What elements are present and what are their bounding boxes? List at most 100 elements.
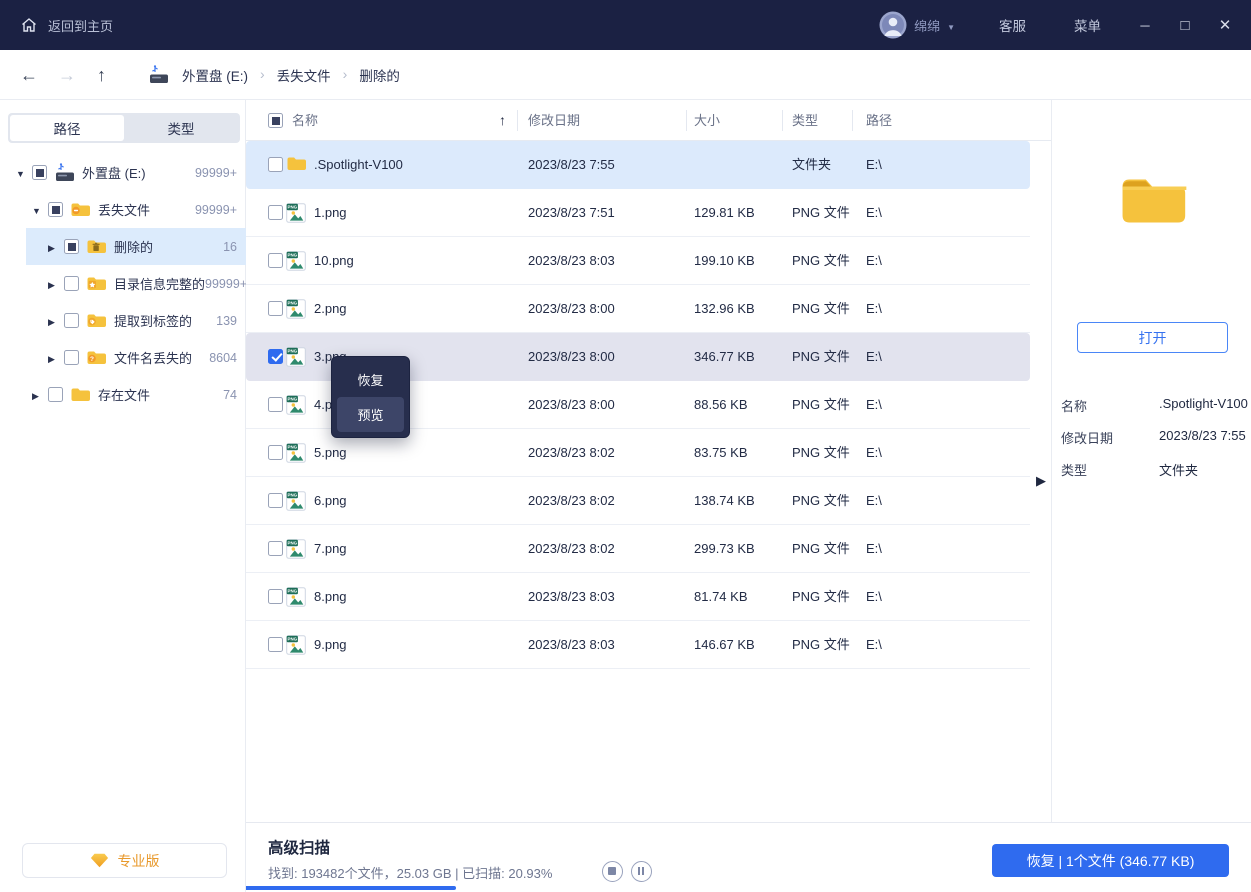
expand-arrow-icon[interactable] (32, 386, 48, 404)
sidebar-tree-item[interactable]: 提取到标签的 139 (0, 302, 246, 339)
tree-item-checkbox[interactable] (48, 202, 63, 217)
tree-item-label: 提取到标签的 (114, 311, 192, 330)
row-checkbox[interactable] (268, 349, 283, 364)
row-checkbox[interactable] (268, 637, 283, 652)
row-checkbox[interactable] (268, 445, 283, 460)
row-checkbox[interactable] (268, 253, 283, 268)
sidebar-tree-item[interactable]: 删除的 16 (0, 228, 246, 265)
up-button[interactable] (97, 50, 106, 100)
row-checkbox[interactable] (268, 493, 283, 508)
cell-size: 199.10 KB (694, 237, 755, 285)
pro-version-button[interactable]: 专业版 (22, 843, 227, 878)
row-checkbox[interactable] (268, 541, 283, 556)
expand-arrow-icon[interactable] (16, 164, 32, 182)
table-row[interactable]: PNG 7.png 2023/8/23 8:02 299.73 KB PNG 文… (246, 525, 1030, 573)
column-header-size[interactable]: 大小 (694, 100, 720, 141)
expand-arrow-icon[interactable] (48, 275, 64, 293)
row-checkbox[interactable] (268, 589, 283, 604)
avatar (879, 11, 907, 39)
cell-type: PNG 文件 (792, 429, 850, 477)
forward-button[interactable] (58, 50, 76, 100)
column-header-path[interactable]: 路径 (866, 100, 892, 141)
column-header-type[interactable]: 类型 (792, 100, 818, 141)
svg-text:PNG: PNG (288, 541, 298, 546)
svg-text:?: ? (90, 356, 94, 363)
cell-type: PNG 文件 (792, 333, 850, 381)
cell-type: PNG 文件 (792, 573, 850, 621)
tree-item-checkbox[interactable] (48, 387, 63, 402)
context-menu-item[interactable]: 恢复 (337, 362, 404, 397)
cell-name: 7.png (314, 525, 347, 573)
context-menu-item[interactable]: 预览 (337, 397, 404, 432)
sidebar-tab[interactable]: 类型 (124, 115, 238, 141)
table-row[interactable]: PNG 1.png 2023/8/23 7:51 129.81 KB PNG 文… (246, 189, 1030, 237)
cell-size: 299.73 KB (694, 525, 755, 573)
scan-progress-track (246, 886, 1251, 890)
user-name: 绵绵 (914, 16, 940, 35)
close-button[interactable] (1205, 16, 1245, 34)
cell-date: 2023/8/23 8:03 (528, 621, 615, 669)
maximize-button[interactable] (1165, 17, 1205, 34)
file-type-icon: PNG (286, 395, 306, 415)
breadcrumb-item-lost-files[interactable]: 丢失文件 (277, 65, 331, 85)
column-header-name[interactable]: 名称 (292, 100, 318, 141)
table-row[interactable]: .Spotlight-V100 2023/8/23 7:55 文件夹 E:\ (246, 141, 1030, 189)
cell-date: 2023/8/23 8:02 (528, 525, 615, 573)
sidebar-tree-item[interactable]: 存在文件 74 (0, 376, 246, 413)
tree-item-icon (86, 238, 108, 255)
cell-name: 8.png (314, 573, 347, 621)
cell-type: PNG 文件 (792, 285, 850, 333)
minimize-button[interactable] (1125, 17, 1165, 34)
tree-item-icon (70, 201, 92, 218)
menu-link[interactable]: 菜单 (1074, 15, 1101, 35)
tree-item-checkbox[interactable] (64, 313, 79, 328)
cell-type: PNG 文件 (792, 189, 850, 237)
user-menu[interactable]: 绵绵 (879, 11, 955, 39)
breadcrumb-item-deleted[interactable]: 删除的 (359, 65, 400, 85)
breadcrumb-item-drive[interactable]: 外置盘 (E:) (182, 65, 248, 85)
preview-field-name: 名称 .Spotlight-V100 (1052, 388, 1251, 420)
cell-path: E:\ (866, 525, 882, 573)
tree-item-checkbox[interactable] (64, 350, 79, 365)
table-row[interactable]: PNG 6.png 2023/8/23 8:02 138.74 KB PNG 文… (246, 477, 1030, 525)
tree-item-checkbox[interactable] (64, 239, 79, 254)
back-to-home-button[interactable]: 返回到主页 (20, 16, 113, 35)
expand-arrow-icon[interactable] (48, 238, 64, 256)
sidebar-tree-item[interactable]: 目录信息完整的 99999+ (0, 265, 246, 302)
back-button[interactable] (20, 50, 38, 100)
table-row[interactable]: PNG 2.png 2023/8/23 8:00 132.96 KB PNG 文… (246, 285, 1030, 333)
row-checkbox[interactable] (268, 205, 283, 220)
stop-scan-button[interactable] (602, 861, 623, 882)
expand-arrow-icon[interactable] (32, 201, 48, 219)
row-checkbox[interactable] (268, 301, 283, 316)
table-row[interactable]: PNG 9.png 2023/8/23 8:03 146.67 KB PNG 文… (246, 621, 1030, 669)
sidebar-tree-item[interactable]: 外置盘 (E:) 99999+ (0, 154, 246, 191)
row-checkbox[interactable] (268, 397, 283, 412)
recover-button[interactable]: 恢复 | 1个文件 (346.77 KB) (992, 844, 1229, 877)
cell-date: 2023/8/23 7:55 (528, 141, 615, 189)
select-all-checkbox[interactable] (268, 113, 283, 128)
sidebar-tree-item[interactable]: ? 文件名丢失的 8604 (0, 339, 246, 376)
tree-item-icon (86, 275, 108, 292)
sidebar-tree-item[interactable]: 丢失文件 99999+ (0, 191, 246, 228)
open-button[interactable]: 打开 (1077, 322, 1228, 353)
svg-text:PNG: PNG (288, 301, 298, 306)
tree-item-count: 16 (223, 240, 237, 254)
table-row[interactable]: PNG 8.png 2023/8/23 8:03 81.74 KB PNG 文件… (246, 573, 1030, 621)
tree-item-checkbox[interactable] (64, 276, 79, 291)
tree-item-checkbox[interactable] (32, 165, 47, 180)
sidebar-tab[interactable]: 路径 (10, 115, 124, 141)
column-header-date[interactable]: 修改日期 (528, 100, 580, 141)
sort-ascending-icon[interactable] (499, 100, 506, 141)
cell-size: 346.77 KB (694, 333, 755, 381)
tree-item-count: 99999+ (195, 203, 237, 217)
file-type-icon: PNG (286, 539, 306, 559)
expand-arrow-icon[interactable] (48, 312, 64, 330)
support-link[interactable]: 客服 (999, 15, 1026, 35)
row-checkbox[interactable] (268, 157, 283, 172)
panel-collapse-handle[interactable] (1036, 473, 1046, 489)
chevron-down-icon (947, 18, 955, 33)
expand-arrow-icon[interactable] (48, 349, 64, 367)
pause-scan-button[interactable] (631, 861, 652, 882)
table-row[interactable]: PNG 10.png 2023/8/23 8:03 199.10 KB PNG … (246, 237, 1030, 285)
